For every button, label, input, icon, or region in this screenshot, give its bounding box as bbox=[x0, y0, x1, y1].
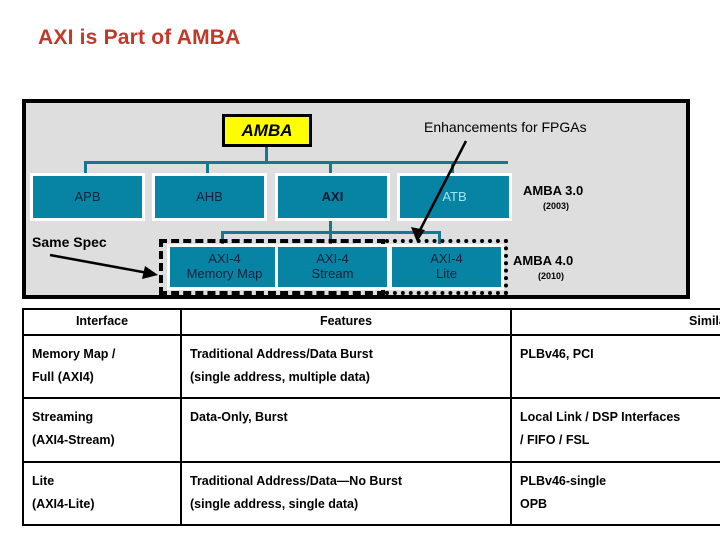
cell-similar-to: PLBv46, PCI bbox=[510, 333, 720, 400]
cell-line: Full (AXI4) bbox=[32, 370, 94, 385]
cell-line: (AXI4-Stream) bbox=[32, 433, 115, 448]
version-label-amba40: AMBA 4.0 bbox=[513, 253, 574, 268]
cell-line: / FIFO / FSL bbox=[520, 433, 590, 448]
cell-features: Data-Only, Burst bbox=[180, 397, 512, 463]
table-row: Lite (AXI4-Lite) Traditional Address/Dat… bbox=[22, 460, 720, 526]
table-row: Streaming (AXI4-Stream) Data-Only, Burst… bbox=[22, 397, 720, 463]
cell-similar-to: PLBv46-single OPB bbox=[510, 460, 720, 526]
protocol-box-axi4-memory-map[interactable]: AXI-4 Memory Map bbox=[167, 244, 282, 290]
cell-line: Streaming bbox=[32, 410, 94, 425]
cell-line: (AXI4-Lite) bbox=[32, 496, 95, 511]
column-header-features: Features bbox=[180, 308, 512, 336]
protocol-box-axi[interactable]: AXI bbox=[275, 173, 390, 221]
protocol-box-apb[interactable]: APB bbox=[30, 173, 145, 221]
cell-features: Traditional Address/Data—No Burst (singl… bbox=[180, 460, 512, 526]
protocol-box-axi4-stream[interactable]: AXI-4 Stream bbox=[275, 244, 390, 290]
cell-line: Traditional Address/Data—No Burst bbox=[190, 473, 403, 488]
cell-line: Local Link / DSP Interfaces bbox=[520, 410, 681, 425]
cell-interface: Lite (AXI4-Lite) bbox=[22, 460, 182, 526]
protocol-label-line1: AXI-4 bbox=[430, 251, 463, 267]
version-year-amba40: (2010) bbox=[538, 271, 565, 281]
cell-similar-to: Local Link / DSP Interfaces / FIFO / FSL bbox=[510, 397, 720, 463]
cell-line: Memory Map / bbox=[32, 347, 116, 361]
column-header-similar-to: Similar to bbox=[510, 308, 720, 336]
table-header-row: Interface Features Similar to bbox=[22, 308, 720, 336]
protocol-label: APB bbox=[74, 188, 101, 204]
protocol-label-line1: AXI-4 bbox=[208, 251, 241, 267]
cell-interface: Memory Map / Full (AXI4) bbox=[22, 333, 182, 400]
cell-line: PLBv46, PCI bbox=[520, 347, 594, 361]
column-header-interface: Interface bbox=[22, 308, 182, 336]
cell-line: Lite bbox=[32, 473, 55, 488]
cell-line: (single address, single data) bbox=[190, 496, 359, 511]
cell-line: OPB bbox=[520, 496, 548, 511]
same-spec-note: Same Spec bbox=[32, 234, 107, 250]
protocol-label-line2: Memory Map bbox=[186, 266, 263, 281]
page-title: AXI is Part of AMBA bbox=[38, 26, 241, 49]
protocol-box-atb[interactable]: ATB bbox=[397, 173, 512, 221]
protocol-label-line1: AXI-4 bbox=[316, 251, 349, 267]
protocol-label-line2: Stream bbox=[311, 266, 354, 281]
amba-root-node: AMBA bbox=[222, 114, 312, 147]
version-year-amba30: (2003) bbox=[543, 201, 570, 211]
cell-line: (single address, multiple data) bbox=[190, 370, 370, 385]
enhancements-note: Enhancements for FPGAs bbox=[424, 119, 587, 135]
axi-interface-table: Interface Features Similar to Memory Map… bbox=[22, 308, 720, 526]
table-row: Memory Map / Full (AXI4) Traditional Add… bbox=[22, 333, 720, 400]
cell-line: Traditional Address/Data Burst bbox=[190, 347, 373, 361]
protocol-label: ATB bbox=[442, 188, 467, 204]
connector-level1-bus bbox=[84, 161, 508, 164]
cell-line: Data-Only, Burst bbox=[190, 410, 288, 425]
protocol-label: AHB bbox=[196, 188, 223, 204]
cell-interface: Streaming (AXI4-Stream) bbox=[22, 397, 182, 463]
protocol-label-line2: Lite bbox=[436, 266, 457, 281]
cell-line: PLBv46-single bbox=[520, 473, 607, 488]
protocol-label: AXI bbox=[321, 188, 344, 204]
amba-hierarchy-diagram: AMBA APB AHB AXI ATB AXI-4 Memory Map AX… bbox=[22, 99, 690, 299]
version-label-amba30: AMBA 3.0 bbox=[523, 183, 584, 198]
protocol-box-axi4-lite[interactable]: AXI-4 Lite bbox=[389, 244, 504, 290]
protocol-box-ahb[interactable]: AHB bbox=[152, 173, 267, 221]
cell-features: Traditional Address/Data Burst (single a… bbox=[180, 333, 512, 400]
